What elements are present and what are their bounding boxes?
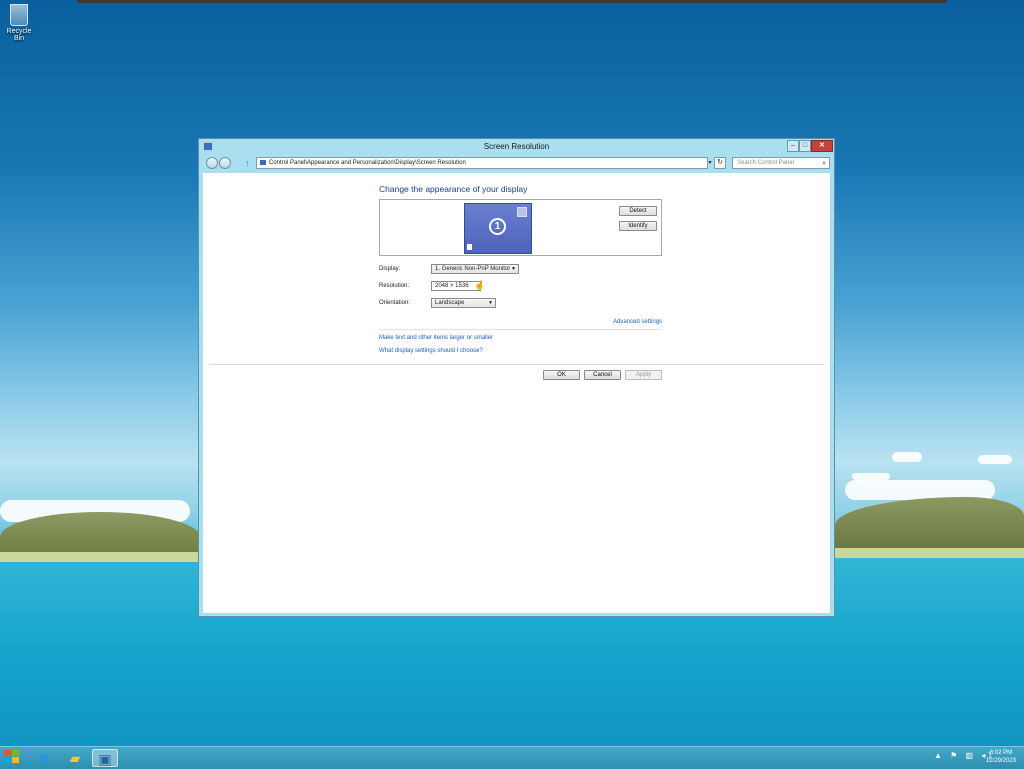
screen-resolution-window: Screen Resolution – □ ✕ ↑ Control Panel\…: [198, 138, 835, 617]
clock[interactable]: 6:02 PM 12/29/2023: [982, 749, 1020, 765]
identify-button[interactable]: Identify: [619, 221, 657, 231]
control-panel-icon: [260, 160, 266, 165]
window-title: Screen Resolution: [483, 142, 550, 151]
monitor-number: 1: [489, 218, 506, 235]
up-arrow-icon[interactable]: ↑: [245, 158, 250, 168]
display-label: Display:: [379, 266, 401, 272]
help-link[interactable]: What display settings should I choose?: [379, 348, 483, 354]
chevron-down-icon: ▼: [511, 266, 516, 272]
control-panel-taskbar-icon[interactable]: ▣: [92, 749, 118, 767]
recycle-bin-label: Recycle Bin: [6, 28, 32, 42]
internet-explorer-icon[interactable]: e: [31, 749, 57, 767]
text-size-link[interactable]: Make text and other items larger or smal…: [379, 335, 493, 341]
shore: [835, 548, 1024, 558]
windows-logo-icon: [12, 750, 19, 756]
windows-logo-icon: [4, 750, 11, 756]
file-explorer-icon[interactable]: ▰: [62, 749, 88, 767]
divider: [379, 329, 662, 330]
page-heading: Change the appearance of your display: [379, 184, 528, 194]
clock-time: 6:02 PM: [989, 750, 1013, 756]
recycle-bin-shortcut[interactable]: Recycle Bin: [2, 2, 36, 42]
cloud: [852, 473, 890, 480]
search-input[interactable]: Search Control Panel ⌕: [732, 157, 830, 169]
navigation-bar: ↑ Control Panel\Appearance and Personali…: [203, 157, 830, 171]
display-value: 1. Generic Non-PnP Monitor: [435, 266, 511, 272]
title-bar[interactable]: Screen Resolution – □ ✕: [199, 139, 834, 156]
desktop-top-edge: [77, 0, 947, 3]
shore: [0, 552, 200, 562]
taskbar: e ▰ ▣ ▲ ⚑ ▥ ◂) 6:02 PM 12/29/2023: [0, 746, 1024, 769]
clock-date: 12/29/2023: [985, 758, 1017, 764]
detect-button[interactable]: Detect: [619, 206, 657, 216]
monitor-corner-icon: [517, 207, 527, 217]
start-button[interactable]: [4, 750, 22, 766]
divider: [209, 364, 825, 365]
forward-button[interactable]: [219, 157, 231, 169]
refresh-icon[interactable]: ↻: [714, 157, 726, 169]
advanced-settings-link[interactable]: Advanced settings: [613, 319, 662, 325]
monitor-1-tile[interactable]: 1: [464, 203, 532, 254]
chevron-down-icon: ▼: [488, 300, 493, 306]
monitor-taskbar-icon: [467, 244, 472, 250]
address-path: Control Panel\Appearance and Personaliza…: [269, 160, 466, 166]
apply-button[interactable]: Apply: [625, 370, 662, 380]
orientation-label: Orientation:: [379, 300, 411, 306]
mouse-pointer-icon: ☝: [474, 280, 486, 290]
minimize-button[interactable]: –: [787, 140, 799, 152]
orientation-value: Landscape: [435, 300, 465, 306]
windows-logo-icon: [4, 757, 11, 763]
windows-logo-icon: [12, 757, 19, 763]
hill: [835, 497, 1024, 552]
cloud: [892, 452, 922, 462]
search-placeholder: Search Control Panel: [737, 160, 795, 166]
cloud: [978, 455, 1012, 464]
resolution-value: 2048 × 1536: [435, 283, 469, 289]
recycle-bin-icon: [10, 4, 28, 26]
content-area: Change the appearance of your display 1 …: [203, 173, 830, 613]
display-select[interactable]: 1. Generic Non-PnP Monitor ▼: [431, 264, 519, 274]
ok-button[interactable]: OK: [543, 370, 580, 380]
cancel-button[interactable]: Cancel: [584, 370, 621, 380]
back-button[interactable]: [206, 157, 218, 169]
close-button[interactable]: ✕: [811, 140, 833, 152]
resolution-label: Resolution:: [379, 283, 410, 289]
orientation-select[interactable]: Landscape ▼: [431, 298, 496, 308]
display-preview: 1 Detect Identify: [379, 199, 662, 256]
address-dropdown-icon[interactable]: ▾: [706, 157, 714, 169]
search-icon[interactable]: ⌕: [822, 158, 826, 169]
address-bar[interactable]: Control Panel\Appearance and Personaliza…: [256, 157, 708, 169]
maximize-button[interactable]: □: [799, 140, 811, 152]
